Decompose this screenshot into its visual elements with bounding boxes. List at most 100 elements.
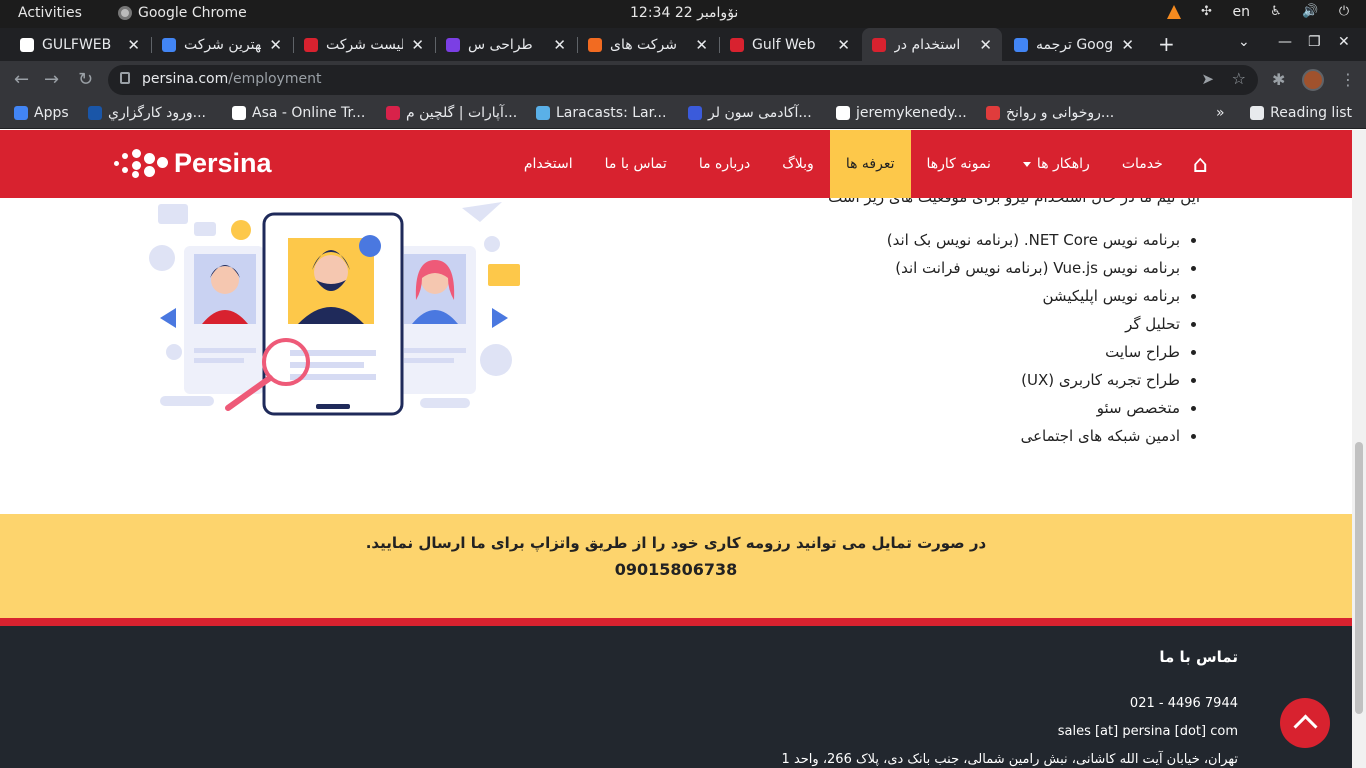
forward-icon[interactable]: → — [44, 69, 59, 90]
nav-item[interactable]: تعرفه ها — [829, 130, 911, 198]
browser-tab[interactable]: استخدام در ✕ — [862, 28, 1002, 61]
address-bar[interactable]: persina.com/employment ➤ ☆ — [108, 65, 1258, 95]
bookmark-item[interactable]: Laracasts: Lar... — [536, 105, 666, 121]
extensions-icon[interactable]: ✱ — [1272, 70, 1285, 89]
footer-phone[interactable]: 021 - 4496 7944 — [1130, 696, 1238, 711]
profile-avatar[interactable] — [1302, 69, 1324, 91]
send-icon[interactable]: ➤ — [1201, 70, 1214, 88]
tab-close-icon[interactable]: ✕ — [411, 36, 424, 54]
bookmark-label: آپارات | گلچین م... — [406, 105, 518, 121]
browser-tab[interactable]: شرکت های ✕ — [578, 28, 718, 61]
footer-divider — [0, 618, 1352, 626]
browser-tab[interactable]: بهترین شرکت ✕ — [152, 28, 292, 61]
home-icon[interactable]: ⌂ — [1179, 130, 1222, 198]
tab-favicon-icon — [162, 37, 176, 52]
bookmark-item[interactable]: آپارات | گلچین م... — [386, 105, 517, 121]
bookmark-label: Reading list — [1270, 105, 1352, 121]
tab-favicon-icon — [1014, 37, 1028, 52]
tab-close-icon[interactable]: ✕ — [553, 36, 566, 54]
bookmark-favicon-icon — [14, 106, 28, 120]
browser-tab[interactable]: طراحی س ✕ — [436, 28, 576, 61]
new-tab-button[interactable]: + — [1158, 32, 1175, 56]
bookmark-star-icon[interactable]: ☆ — [1232, 69, 1246, 88]
scrollbar-thumb[interactable] — [1355, 442, 1363, 714]
nav-item[interactable]: وبلاگ — [766, 130, 830, 198]
reload-icon[interactable]: ↻ — [78, 69, 93, 90]
language-indicator[interactable]: en — [1233, 4, 1251, 20]
tab-close-icon[interactable]: ✕ — [1121, 36, 1134, 54]
url-text[interactable]: persina.com/employment — [142, 71, 321, 87]
footer-address: تهران، خیابان آیت الله کاشانی، نبش رامین… — [781, 752, 1238, 767]
tab-separator — [435, 37, 436, 53]
chevron-down-icon — [1022, 161, 1031, 167]
tab-close-icon[interactable]: ✕ — [979, 36, 992, 54]
browser-tab[interactable]: GULFWEB ✕ — [10, 28, 150, 61]
tab-title: استخدام در — [894, 36, 961, 53]
tab-favicon-icon — [588, 37, 602, 52]
bookmark-item[interactable]: روخوانی و روانخ... — [986, 105, 1114, 121]
bookmark-label: Apps — [34, 105, 69, 121]
system-top-bar: Activities Google Chrome نۆوامبر 22 12:3… — [0, 0, 1366, 28]
clock[interactable]: نۆوامبر 22 12:34 — [630, 5, 738, 21]
nav-item[interactable]: استخدام — [508, 130, 589, 198]
tab-search-icon[interactable]: ⌄ — [1238, 34, 1250, 50]
page-scrollbar[interactable] — [1352, 130, 1366, 768]
system-tray[interactable]: ✣ en ♿ 🔊 ⏻ — [1166, 4, 1353, 20]
accessibility-icon[interactable]: ♿ — [1268, 4, 1284, 20]
nav-item[interactable]: خدمات — [1106, 130, 1179, 198]
vlc-icon[interactable] — [1166, 5, 1181, 19]
job-role-item: طراح تجربه کاربری (UX) — [887, 366, 1200, 394]
bookmark-label: ورود کارگزاري... — [108, 105, 207, 121]
bookmark-item[interactable]: آکادمی سون لر... — [688, 105, 812, 121]
activities-button[interactable]: Activities — [18, 5, 82, 21]
volume-icon[interactable]: 🔊 — [1302, 4, 1318, 20]
nav-item[interactable]: تماس با ما — [589, 130, 683, 198]
job-role-item: متخصص سئو — [887, 394, 1200, 422]
bookmark-item[interactable]: Reading list — [1250, 105, 1352, 121]
tab-separator — [577, 37, 578, 53]
nav-item-label: درباره ما — [698, 156, 751, 172]
tab-close-icon[interactable]: ✕ — [837, 36, 850, 54]
nav-item[interactable]: درباره ما — [683, 130, 766, 198]
network-app-icon[interactable]: ✣ — [1199, 4, 1215, 20]
tab-title: طراحی س — [468, 36, 533, 53]
app-menu[interactable]: Google Chrome — [118, 5, 247, 21]
bookmark-label: روخوانی و روانخ... — [1006, 105, 1115, 121]
nav-item-label: نمونه کارها — [926, 156, 991, 172]
bookmark-label: jeremykenedy... — [856, 105, 967, 121]
back-icon[interactable]: ← — [14, 69, 29, 90]
tab-favicon-icon — [730, 37, 744, 52]
more-bookmarks-icon[interactable]: » — [1216, 105, 1225, 121]
site-logo[interactable]: Persina — [114, 148, 272, 179]
web-page: Persina ⌂ خدمات راهکار ها نمونه کارها تعرفه… — [0, 130, 1352, 768]
cta-phone[interactable]: 09015806738 — [0, 560, 1352, 579]
tab-close-icon[interactable]: ✕ — [127, 36, 140, 54]
bookmark-item[interactable]: jeremykenedy... — [836, 105, 967, 121]
browser-tab[interactable]: Gulf Web ✕ — [720, 28, 860, 61]
close-window-button[interactable]: ✕ — [1338, 34, 1350, 50]
lock-icon[interactable] — [120, 72, 130, 84]
cta-text: در صورت تمایل می توانید رزومه کاری خود ر… — [365, 534, 987, 552]
tab-title: شرکت های — [610, 36, 677, 53]
tab-separator — [719, 37, 720, 53]
browser-tab[interactable]: ترجمه Google ✕ — [1004, 28, 1144, 61]
nav-item[interactable]: راهکار ها — [1007, 130, 1106, 198]
minimize-button[interactable]: — — [1278, 34, 1292, 50]
tab-close-icon[interactable]: ✕ — [695, 36, 708, 54]
footer-email[interactable]: sales [at] persina [dot] com — [1058, 724, 1238, 739]
nav-item[interactable]: نمونه کارها — [911, 130, 1007, 198]
bookmark-item[interactable]: Asa - Online Tr... — [232, 105, 365, 121]
bookmark-item[interactable]: ورود کارگزاري... — [88, 105, 206, 121]
footer-heading: تماس با ما — [1159, 648, 1238, 666]
browser-tab[interactable]: لیست شرکت ✕ — [294, 28, 434, 61]
bookmark-favicon-icon — [836, 106, 850, 120]
tab-close-icon[interactable]: ✕ — [269, 36, 282, 54]
bookmark-item[interactable]: Apps — [14, 105, 69, 121]
job-role-item: تحلیل گر — [887, 310, 1200, 338]
nav-item-label: خدمات — [1121, 156, 1163, 172]
nav-item-label: تماس با ما — [604, 156, 667, 172]
scroll-to-top-button[interactable] — [1280, 698, 1330, 748]
menu-icon[interactable]: ⋮ — [1340, 70, 1356, 89]
maximize-button[interactable]: ❐ — [1308, 34, 1321, 50]
power-icon[interactable]: ⏻ — [1336, 4, 1352, 20]
